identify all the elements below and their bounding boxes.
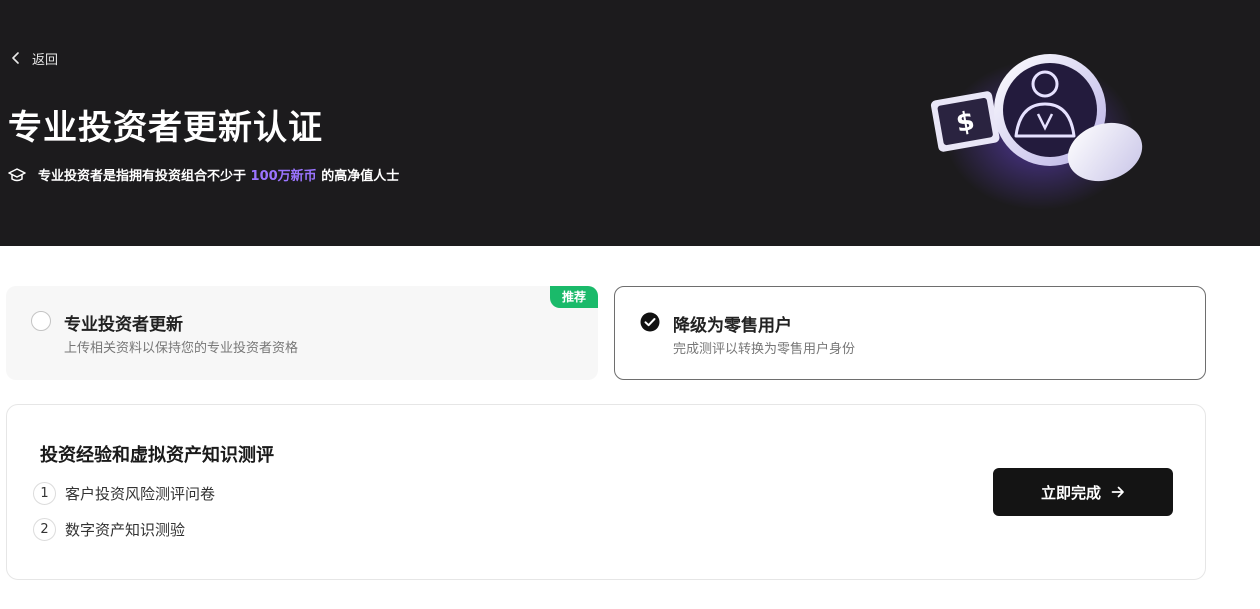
arrow-right-icon <box>1111 486 1124 498</box>
subtitle-prefix: 专业投资者是指拥有投资组合不少于 <box>38 169 247 184</box>
subtitle-highlight: 100万新币 <box>250 169 317 184</box>
option-card-downgrade-retail[interactable]: 降级为零售用户 完成测评以转换为零售用户身份 <box>614 286 1206 380</box>
step-label: 数字资产知识测验 <box>65 521 186 539</box>
assessment-step: 2 数字资产知识测验 <box>33 518 185 541</box>
step-label: 客户投资风险测评问卷 <box>65 485 216 503</box>
option-card-pro-update[interactable]: 专业投资者更新 上传相关资料以保持您的专业投资者资格 推荐 <box>6 286 598 380</box>
assessment-title: 投资经验和虚拟资产知识测评 <box>40 445 274 466</box>
back-button[interactable]: 返回 <box>10 48 58 68</box>
back-label: 返回 <box>32 52 59 68</box>
option-description: 完成测评以转换为零售用户身份 <box>673 342 856 357</box>
hero-banner: 返回 专业投资者更新认证 专业投资者是指拥有投资组合不少于 100万新币 的高净… <box>0 0 1260 246</box>
complete-now-label: 立即完成 <box>1040 484 1101 502</box>
chevron-left-icon <box>12 52 19 64</box>
check-circle-icon[interactable] <box>640 312 660 332</box>
page-title: 专业投资者更新认证 <box>8 108 323 148</box>
option-description: 上传相关资料以保持您的专业投资者资格 <box>64 341 299 356</box>
subtitle-suffix: 的高净值人士 <box>321 169 400 184</box>
option-title: 降级为零售用户 <box>673 316 792 336</box>
step-number: 2 <box>33 518 56 541</box>
radio-unselected-icon[interactable] <box>31 311 51 331</box>
page-subtitle: 专业投资者是指拥有投资组合不少于 100万新币 的高净值人士 <box>8 165 399 184</box>
graduation-cap-icon <box>8 167 26 181</box>
recommended-badge: 推荐 <box>550 286 598 308</box>
option-title: 专业投资者更新 <box>64 315 183 335</box>
investor-illustration: $ <box>930 54 1143 210</box>
step-number: 1 <box>33 482 56 505</box>
assessment-step: 1 客户投资风险测评问卷 <box>33 482 215 505</box>
complete-now-button[interactable]: 立即完成 <box>993 468 1173 516</box>
